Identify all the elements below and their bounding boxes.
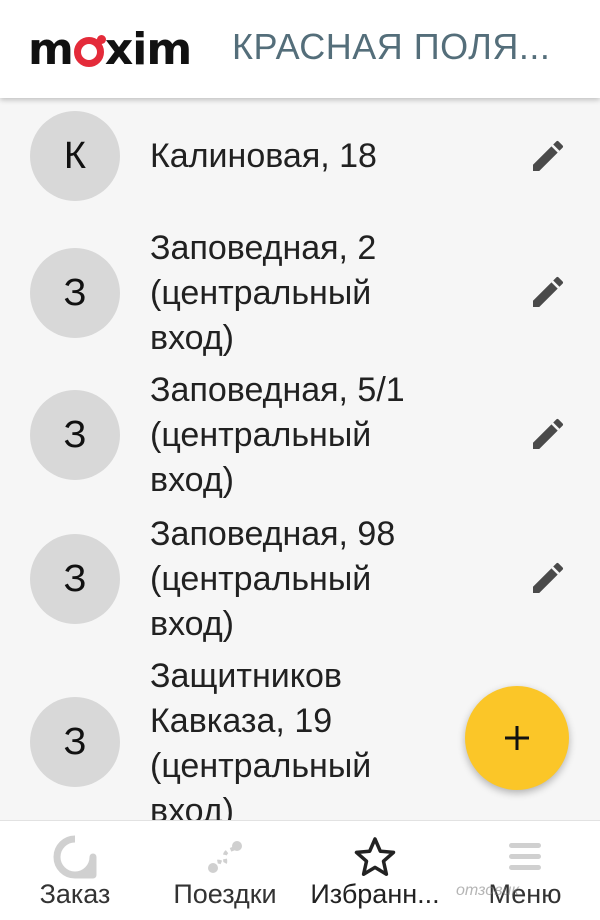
trips-icon [208, 841, 242, 873]
bottom-navigation: Заказ Поездки Избранн... Меню [0, 820, 600, 920]
logo-text-start: m [28, 23, 74, 75]
avatar: З [30, 248, 120, 338]
address-label: Защитников Кавказа, 19 (центральный вход… [150, 657, 372, 820]
address-label: Заповедная, 98 (центральный вход) [150, 515, 396, 643]
star-icon [354, 837, 396, 876]
list-item[interactable]: З Заповедная, 2 (центральный вход) [0, 228, 600, 368]
list-item[interactable]: З Заповедная, 98 (центральный вход) [0, 512, 600, 652]
app-screen: m xim КРАСНАЯ ПОЛЯ... К Калиновая, 18 З … [0, 0, 600, 920]
plus-icon [505, 726, 529, 750]
nav-item-menu[interactable]: Меню [450, 821, 600, 920]
order-icon [53, 835, 97, 879]
edit-pencil-icon[interactable] [528, 136, 568, 176]
menu-icon [509, 843, 541, 870]
watermark: отзовик [456, 882, 520, 899]
top-app-bar: m xim КРАСНАЯ ПОЛЯ... [0, 0, 600, 98]
avatar: З [30, 390, 120, 480]
edit-pencil-icon[interactable] [528, 414, 568, 454]
address-label: Заповедная, 5/1 (центральный вход) [150, 371, 405, 499]
maxim-logo: m xim [28, 23, 192, 75]
nav-label: Избранн... [310, 879, 440, 909]
list-item[interactable]: К Калиновая, 18 [0, 106, 600, 206]
nav-item-favorites[interactable]: Избранн... [300, 821, 450, 920]
avatar: К [30, 111, 120, 201]
address-label: Заповедная, 2 (центральный вход) [150, 229, 377, 357]
address-label: Калиновая, 18 [150, 137, 377, 175]
list-item[interactable]: З Заповедная, 5/1 (центральный вход) [0, 370, 600, 510]
city-selector[interactable]: КРАСНАЯ ПОЛЯ... [232, 26, 572, 68]
edit-pencil-icon[interactable] [528, 272, 568, 312]
nav-item-trips[interactable]: Поездки [150, 821, 300, 920]
logo-ring-icon [73, 35, 106, 67]
add-favorite-button[interactable] [465, 686, 569, 790]
avatar: З [30, 534, 120, 624]
nav-item-order[interactable]: Заказ [0, 821, 150, 920]
edit-pencil-icon[interactable] [528, 558, 568, 598]
nav-label: Заказ [39, 879, 111, 909]
logo-text-end: xim [104, 23, 192, 75]
avatar: З [30, 697, 120, 787]
nav-label: Поездки [173, 879, 277, 909]
